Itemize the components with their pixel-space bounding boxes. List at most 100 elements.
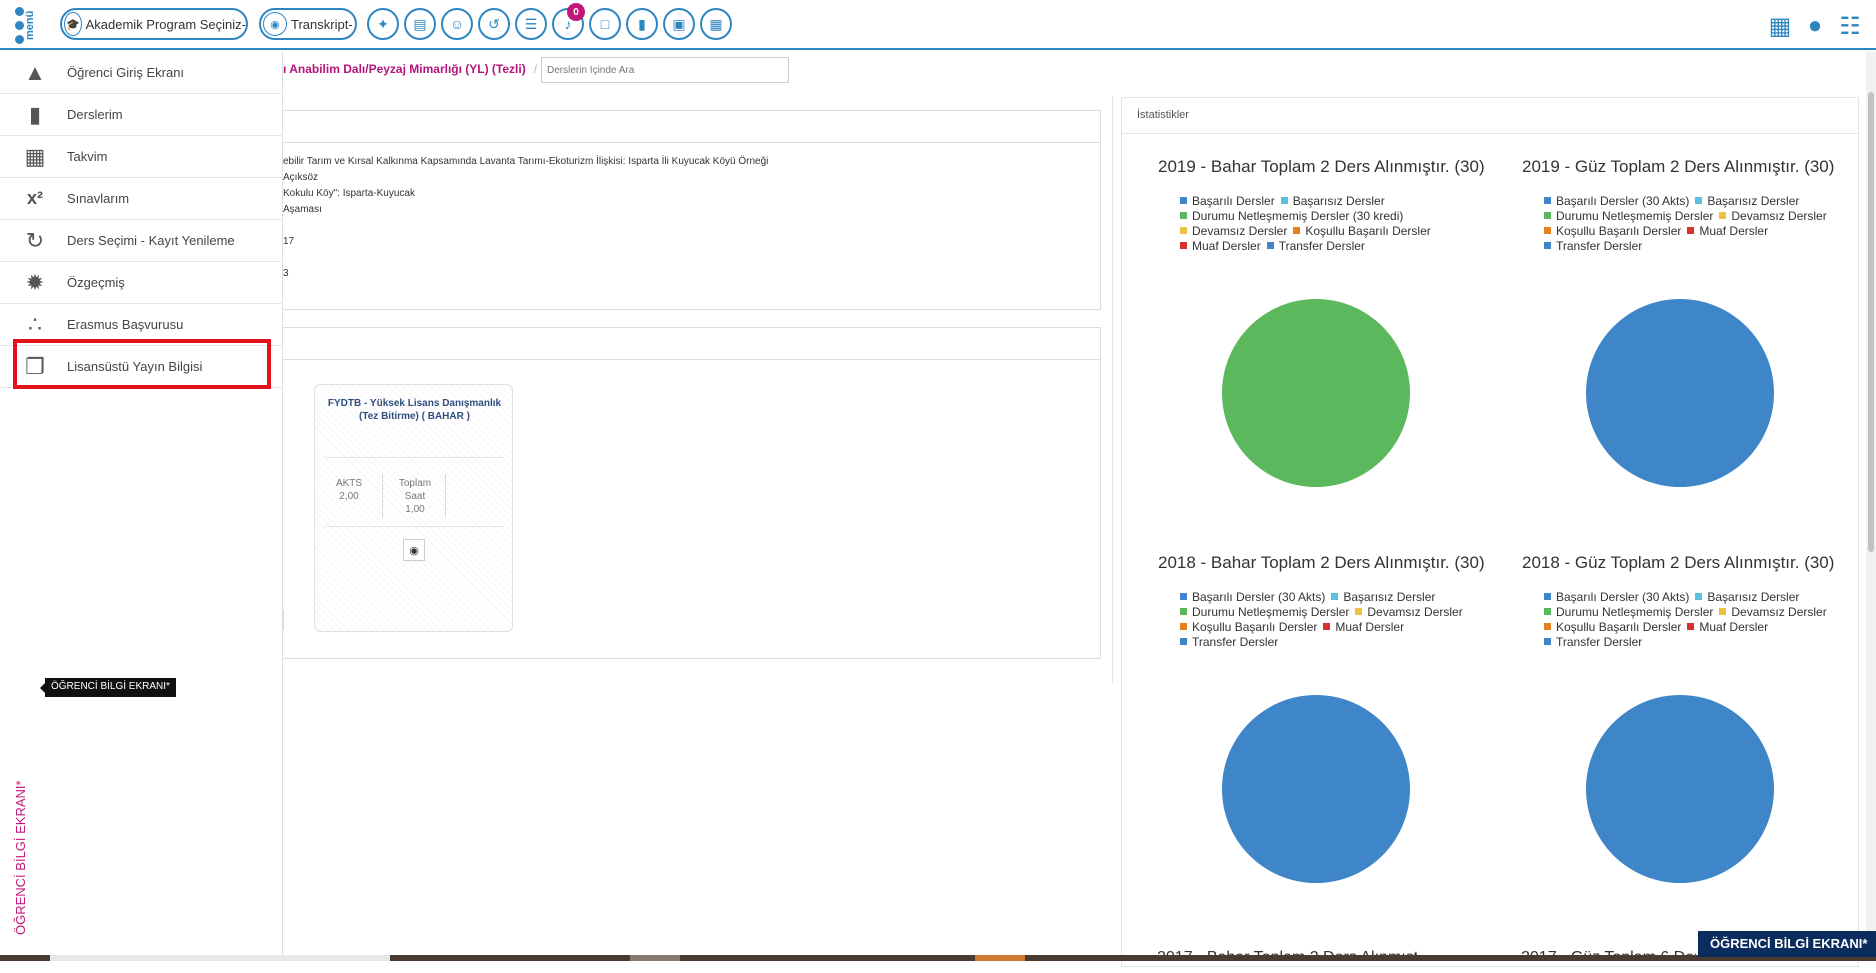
- student-info-button[interactable]: ÖĞRENCİ BİLGİ EKRANI*: [1698, 931, 1876, 957]
- legend-swatch: [1544, 242, 1551, 249]
- legend-entry[interactable]: Başarısız Dersler: [1695, 194, 1799, 209]
- akts-value: 2,00: [339, 491, 359, 502]
- legend-swatch: [1544, 212, 1551, 219]
- view-course-button[interactable]: ◉: [403, 539, 425, 561]
- calendar-grid-icon[interactable]: ▦: [1765, 12, 1795, 40]
- sidebar-item-takvim[interactable]: ▦ Takvim: [0, 136, 283, 178]
- pie-slice[interactable]: [1586, 299, 1774, 487]
- card-edge: [283, 610, 286, 630]
- document-icon: ☰: [524, 15, 538, 32]
- divider: [445, 475, 446, 517]
- id-card-button[interactable]: ▣: [663, 8, 695, 40]
- apps-grid-icon[interactable]: ☷: [1835, 12, 1865, 40]
- chart-legend: Başarılı Dersler Başarısız DerslerDurumu …: [1180, 194, 1510, 254]
- legend-entry[interactable]: Koşullu Başarılı Dersler: [1293, 224, 1431, 239]
- sidebar-item-label: Ders Seçimi - Kayıt Yenileme: [67, 233, 235, 248]
- profile-button[interactable]: ☺: [441, 8, 473, 40]
- scrollbar[interactable]: [1866, 52, 1876, 961]
- thesis-info-panel: [283, 110, 1101, 310]
- statistics-header: İstatistikler: [1122, 98, 1858, 134]
- book-button[interactable]: ▮: [626, 8, 658, 40]
- menu-dot-icon: [15, 7, 24, 16]
- legend-entry[interactable]: Durumu Netleşmemiş Dersler: [1180, 605, 1349, 620]
- legend-entry[interactable]: Muaf Dersler: [1323, 620, 1404, 635]
- schedule-icon: ▦: [709, 15, 723, 32]
- compass-button[interactable]: ✦: [367, 8, 399, 40]
- legend-entry[interactable]: Devamsız Dersler: [1719, 605, 1827, 620]
- sidebar-item-sinavlarim[interactable]: x² Sınavlarım: [0, 178, 283, 220]
- menu-dot-icon: [15, 21, 24, 30]
- legend-label: Başarısız Dersler: [1292, 194, 1385, 208]
- legend-entry[interactable]: Başarısız Dersler: [1695, 590, 1799, 605]
- legend-swatch: [1544, 638, 1551, 645]
- legend-entry[interactable]: Transfer Dersler: [1180, 635, 1278, 650]
- document-button[interactable]: ☰: [515, 8, 547, 40]
- legend-entry[interactable]: Muaf Dersler: [1687, 620, 1768, 635]
- superscript-icon: x²: [26, 188, 43, 208]
- transcript-dropdown[interactable]: ◉ Transkript-: [259, 8, 357, 40]
- scrollbar-thumb[interactable]: [1868, 92, 1874, 552]
- thesis-title-line: ebilir Tarım ve Kırsal Kalkınma Kapsamın…: [283, 156, 769, 167]
- legend-entry[interactable]: Transfer Dersler: [1544, 635, 1642, 650]
- bottom-strip: [0, 955, 1876, 961]
- legend-entry[interactable]: Başarılı Dersler (30 Akts): [1544, 590, 1689, 605]
- legend-entry[interactable]: Başarılı Dersler: [1180, 194, 1275, 209]
- legend-swatch: [1293, 227, 1301, 234]
- globe-icon[interactable]: ●: [1800, 12, 1830, 40]
- legend-entry[interactable]: Devamsız Dersler: [1355, 605, 1463, 620]
- sidebar-item-ogrenci-giris[interactable]: ▲ Öğrenci Giriş Ekranı: [0, 52, 283, 94]
- legend-entry[interactable]: Devamsız Dersler: [1719, 209, 1827, 224]
- legend-entry[interactable]: Başarılı Dersler (30 Akts): [1544, 194, 1689, 209]
- legend-entry[interactable]: Durumu Netleşmemiş Dersler (30 kredi): [1180, 209, 1403, 224]
- course-card[interactable]: FYDTB - Yüksek Lisans Danışmanlık (Tez B…: [314, 384, 513, 632]
- legend-entry[interactable]: Başarılı Dersler (30 Akts): [1180, 590, 1325, 605]
- legend-swatch: [1180, 197, 1187, 204]
- history-icon: ↺: [488, 15, 500, 32]
- legend-entry[interactable]: Başarısız Dersler: [1331, 590, 1435, 605]
- sidebar-item-label: Derslerim: [67, 107, 123, 122]
- legend-entry[interactable]: Durumu Netleşmemiş Dersler: [1544, 605, 1713, 620]
- legend-label: Koşullu Başarılı Dersler: [1192, 620, 1318, 634]
- card-button[interactable]: ▤: [404, 8, 436, 40]
- legend-entry[interactable]: Durumu Netleşmemiş Dersler: [1544, 209, 1713, 224]
- legend-entry[interactable]: Transfer Dersler: [1544, 239, 1642, 254]
- pie-slice[interactable]: [1222, 299, 1410, 487]
- legend-swatch: [1695, 197, 1703, 204]
- legend-entry[interactable]: Başarısız Dersler: [1280, 194, 1385, 209]
- legend-label: Koşullu Başarılı Dersler: [1556, 620, 1682, 634]
- legend-swatch: [1331, 593, 1339, 600]
- legend-label: Başarılı Dersler (30 Akts): [1192, 590, 1326, 604]
- divider: [325, 457, 504, 458]
- sidebar-item-label: Sınavlarım: [67, 191, 130, 206]
- legend-label: Koşullu Başarılı Dersler: [1556, 224, 1682, 238]
- legend-entry[interactable]: Koşullu Başarılı Dersler: [1544, 620, 1681, 635]
- history-button[interactable]: ↺: [478, 8, 510, 40]
- calendar-button[interactable]: □: [589, 8, 621, 40]
- menu-button[interactable]: menü: [10, 3, 50, 47]
- pie-slice[interactable]: [1586, 695, 1774, 883]
- pie-chart-2019-guz: 2019 - Güz Toplam 2 Ders Alınmıştır. (30…: [1522, 157, 1872, 577]
- calendar-icon: □: [600, 16, 610, 32]
- legend-entry[interactable]: Devamsız Dersler: [1180, 224, 1287, 239]
- legend-entry[interactable]: Muaf Dersler: [1687, 224, 1768, 239]
- sidebar-item-ders-secimi[interactable]: ↻ Ders Seçimi - Kayıt Yenileme: [0, 220, 283, 262]
- legend-swatch: [1687, 227, 1695, 234]
- schedule-button[interactable]: ▦: [700, 8, 732, 40]
- pie-slice[interactable]: [1222, 695, 1410, 883]
- course-search-input[interactable]: [541, 57, 789, 83]
- academic-program-dropdown[interactable]: 🎓 Akademik Program Seçiniz-: [60, 8, 248, 40]
- legend-entry[interactable]: Koşullu Başarılı Dersler: [1544, 224, 1681, 239]
- legend-entry[interactable]: Muaf Dersler: [1180, 239, 1261, 254]
- sidebar-item-derslerim[interactable]: ▮ Derslerim: [0, 94, 283, 136]
- pie-chart-2018-bahar: 2018 - Bahar Toplam 2 Ders Alınmıştır. (…: [1158, 553, 1508, 973]
- top-navbar: menü 🎓 Akademik Program Seçiniz- ◉ Trans…: [0, 0, 1876, 50]
- sidebar-menu: ▲ Öğrenci Giriş Ekranı ▮ Derslerim ▦ Tak…: [0, 52, 283, 961]
- eye-icon: ◉: [263, 12, 287, 36]
- legend-label: Transfer Dersler: [1556, 239, 1643, 253]
- number-line: 3: [283, 268, 289, 279]
- legend-swatch: [1180, 623, 1187, 630]
- legend-entry[interactable]: Transfer Dersler: [1266, 239, 1365, 254]
- sidebar-item-ozgecmis[interactable]: ✹ Özgeçmiş: [0, 262, 283, 304]
- breadcrumb-program[interactable]: ı Anabilim Dalı/Peyzaj Mimarlığı (YL) (T…: [283, 62, 526, 76]
- legend-entry[interactable]: Koşullu Başarılı Dersler: [1180, 620, 1317, 635]
